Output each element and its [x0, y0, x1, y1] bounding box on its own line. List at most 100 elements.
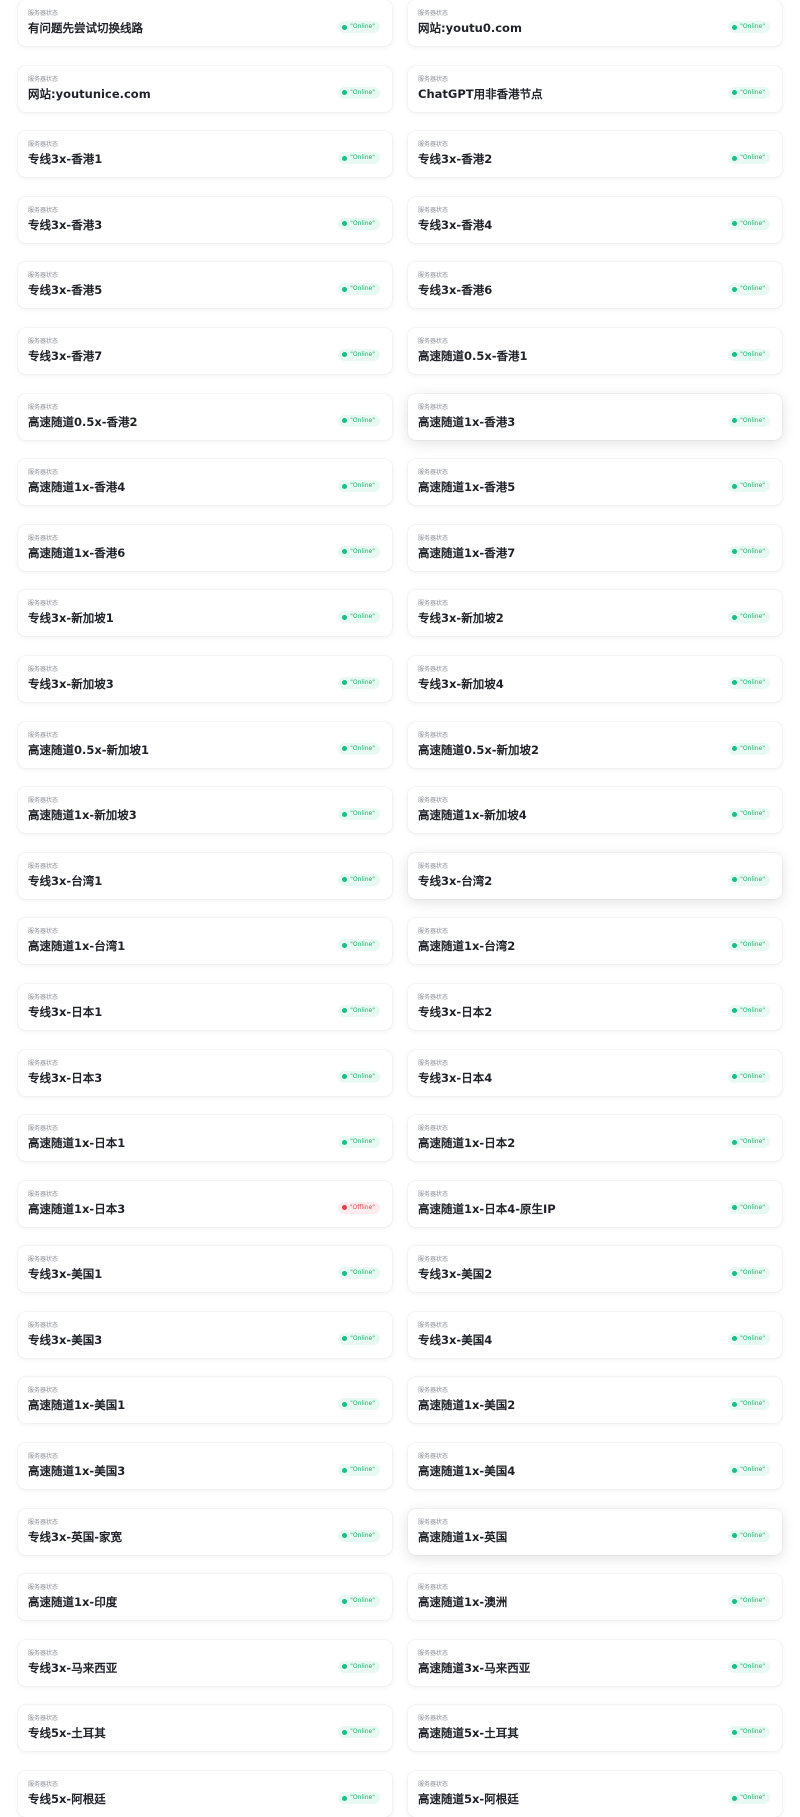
server-status-label: 服务器状态 — [28, 1649, 59, 1657]
server-status-card[interactable]: 服务器状态 ChatGPT用非香港节点 "Online" — [408, 65, 782, 112]
server-status-card[interactable]: 服务器状态 专线3x-日本3 "Online" — [18, 1049, 392, 1096]
server-name: 专线5x-阿根廷 — [28, 1792, 106, 1807]
server-status-card[interactable]: 服务器状态 高速随道1x-香港7 "Online" — [408, 524, 782, 571]
server-status-card[interactable]: 服务器状态 专线3x-日本1 "Online" — [18, 983, 392, 1030]
server-status-label: 服务器状态 — [28, 337, 59, 345]
server-name: 专线3x-香港1 — [28, 152, 103, 167]
server-status-card[interactable]: 服务器状态 高速随道1x-美国1 "Online" — [18, 1377, 392, 1424]
server-name: 专线3x-香港7 — [28, 348, 103, 363]
server-status-card[interactable]: 服务器状态 专线3x-台湾2 "Online" — [408, 852, 782, 899]
server-status-card[interactable]: 服务器状态 专线3x-新加坡4 "Online" — [408, 655, 782, 702]
status-badge: "Online" — [728, 217, 770, 230]
server-name: 高速随道1x-台湾2 — [418, 939, 516, 954]
status-dot-icon — [342, 811, 348, 817]
server-status-card[interactable]: 服务器状态 专线3x-香港6 "Online" — [408, 262, 782, 309]
server-status-card[interactable]: 服务器状态 高速随道0.5x-新加坡2 "Online" — [408, 721, 782, 768]
status-text: "Online" — [350, 1794, 375, 1802]
server-status-card[interactable]: 服务器状态 网站:youtu0.com "Online" — [408, 0, 782, 46]
server-name: 高速随道1x-香港6 — [28, 545, 126, 560]
server-status-card[interactable]: 服务器状态 高速随道0.5x-新加坡1 "Online" — [18, 721, 392, 768]
server-status-card[interactable]: 服务器状态 高速随道1x-台湾1 "Online" — [18, 918, 392, 965]
server-status-card[interactable]: 服务器状态 高速随道1x-美国3 "Online" — [18, 1443, 392, 1490]
server-status-card[interactable]: 服务器状态 专线3x-新加坡1 "Online" — [18, 590, 392, 637]
server-status-card[interactable]: 服务器状态 高速随道1x-香港3 "Online" — [408, 393, 782, 440]
server-status-card[interactable]: 服务器状态 高速随道1x-台湾2 "Online" — [408, 918, 782, 965]
status-dot-icon — [732, 1598, 738, 1604]
status-dot-icon — [732, 1270, 738, 1276]
server-status-card[interactable]: 服务器状态 专线3x-香港5 "Online" — [18, 262, 392, 309]
status-badge: "Online" — [728, 1595, 770, 1608]
server-name: 高速随道1x-香港5 — [418, 480, 516, 495]
status-badge: "Online" — [338, 1595, 380, 1608]
status-text: "Online" — [350, 744, 375, 752]
server-name: 专线3x-香港5 — [28, 283, 103, 298]
server-status-card[interactable]: 服务器状态 高速随道5x-土耳其 "Online" — [408, 1705, 782, 1752]
server-status-card[interactable]: 服务器状态 高速随道1x-新加坡3 "Online" — [18, 787, 392, 834]
status-badge: "Online" — [338, 676, 380, 689]
server-status-card[interactable]: 服务器状态 专线3x-美国3 "Online" — [18, 1311, 392, 1358]
server-status-card[interactable]: 服务器状态 高速随道1x-日本4-原生IP "Online" — [408, 1180, 782, 1227]
server-name: 高速随道3x-马来西亚 — [418, 1660, 531, 1675]
server-name: ChatGPT用非香港节点 — [418, 86, 543, 101]
server-status-card[interactable]: 服务器状态 专线3x-日本2 "Online" — [408, 983, 782, 1030]
server-status-card[interactable]: 服务器状态 有问题先尝试切换线路 "Online" — [18, 0, 392, 46]
server-status-card[interactable]: 服务器状态 专线5x-土耳其 "Online" — [18, 1705, 392, 1752]
status-dot-icon — [342, 1795, 348, 1801]
server-status-card[interactable]: 服务器状态 高速随道1x-香港6 "Online" — [18, 524, 392, 571]
server-status-card[interactable]: 服务器状态 专线3x-英国-家宽 "Online" — [18, 1508, 392, 1555]
server-status-card[interactable]: 服务器状态 高速随道0.5x-香港1 "Online" — [408, 327, 782, 374]
server-status-card[interactable]: 服务器状态 专线3x-马来西亚 "Online" — [18, 1639, 392, 1686]
server-status-card[interactable]: 服务器状态 高速随道3x-马来西亚 "Online" — [408, 1639, 782, 1686]
status-text: "Online" — [350, 613, 375, 621]
status-text: "Online" — [740, 1662, 765, 1670]
server-status-card[interactable]: 服务器状态 高速随道1x-美国2 "Online" — [408, 1377, 782, 1424]
server-status-card[interactable]: 服务器状态 高速随道1x-日本2 "Online" — [408, 1115, 782, 1162]
server-status-card[interactable]: 服务器状态 高速随道0.5x-香港2 "Online" — [18, 393, 392, 440]
status-badge: "Online" — [338, 939, 380, 952]
server-status-card[interactable]: 服务器状态 专线5x-阿根廷 "Online" — [18, 1771, 392, 1817]
status-badge: "Online" — [338, 283, 380, 296]
status-text: "Online" — [740, 1072, 765, 1080]
status-text: "Online" — [740, 1269, 765, 1277]
server-status-label: 服务器状态 — [418, 403, 449, 411]
server-status-card[interactable]: 服务器状态 专线3x-香港1 "Online" — [18, 131, 392, 178]
server-status-card[interactable]: 服务器状态 专线3x-美国1 "Online" — [18, 1246, 392, 1293]
status-dot-icon — [732, 614, 738, 620]
server-status-card[interactable]: 服务器状态 高速随道1x-日本1 "Online" — [18, 1115, 392, 1162]
server-status-card[interactable]: 服务器状态 专线3x-美国4 "Online" — [408, 1311, 782, 1358]
server-status-card[interactable]: 服务器状态 高速随道1x-香港5 "Online" — [408, 459, 782, 506]
server-status-card[interactable]: 服务器状态 专线3x-香港3 "Online" — [18, 196, 392, 243]
status-text: "Online" — [350, 88, 375, 96]
server-status-card[interactable]: 服务器状态 高速随道1x-新加坡4 "Online" — [408, 787, 782, 834]
status-badge: "Online" — [728, 1726, 770, 1739]
status-badge: "Online" — [338, 217, 380, 230]
status-text: "Online" — [350, 875, 375, 883]
server-status-card[interactable]: 服务器状态 高速随道1x-日本3 "Offline" — [18, 1180, 392, 1227]
server-status-card[interactable]: 服务器状态 高速随道1x-香港4 "Online" — [18, 459, 392, 506]
server-status-label: 服务器状态 — [418, 731, 449, 739]
server-status-label: 服务器状态 — [28, 1190, 59, 1198]
server-status-card[interactable]: 服务器状态 高速随道1x-美国4 "Online" — [408, 1443, 782, 1490]
server-status-card[interactable]: 服务器状态 高速随道5x-阿根廷 "Online" — [408, 1771, 782, 1817]
server-status-card[interactable]: 服务器状态 专线3x-美国2 "Online" — [408, 1246, 782, 1293]
server-status-card[interactable]: 服务器状态 专线3x-日本4 "Online" — [408, 1049, 782, 1096]
server-name: 专线5x-土耳其 — [28, 1726, 106, 1741]
server-status-label: 服务器状态 — [28, 797, 59, 805]
server-status-card[interactable]: 服务器状态 专线3x-香港2 "Online" — [408, 131, 782, 178]
server-status-card[interactable]: 服务器状态 专线3x-台湾1 "Online" — [18, 852, 392, 899]
server-status-card[interactable]: 服务器状态 专线3x-香港7 "Online" — [18, 327, 392, 374]
server-status-card[interactable]: 服务器状态 专线3x-香港4 "Online" — [408, 196, 782, 243]
status-dot-icon — [732, 680, 738, 686]
server-status-card[interactable]: 服务器状态 专线3x-新加坡2 "Online" — [408, 590, 782, 637]
status-text: "Online" — [350, 547, 375, 555]
status-badge: "Online" — [728, 1792, 770, 1805]
server-status-card[interactable]: 服务器状态 高速随道1x-印度 "Online" — [18, 1574, 392, 1621]
server-status-label: 服务器状态 — [28, 993, 59, 1001]
server-status-card[interactable]: 服务器状态 高速随道1x-澳洲 "Online" — [408, 1574, 782, 1621]
status-text: "Online" — [740, 1531, 765, 1539]
server-status-card[interactable]: 服务器状态 高速随道1x-英国 "Online" — [408, 1508, 782, 1555]
server-status-card[interactable]: 服务器状态 专线3x-新加坡3 "Online" — [18, 655, 392, 702]
server-name: 高速随道1x-日本1 — [28, 1136, 126, 1151]
server-name: 网站:youtu0.com — [418, 21, 522, 35]
server-status-card[interactable]: 服务器状态 网站:youtunice.com "Online" — [18, 65, 392, 112]
